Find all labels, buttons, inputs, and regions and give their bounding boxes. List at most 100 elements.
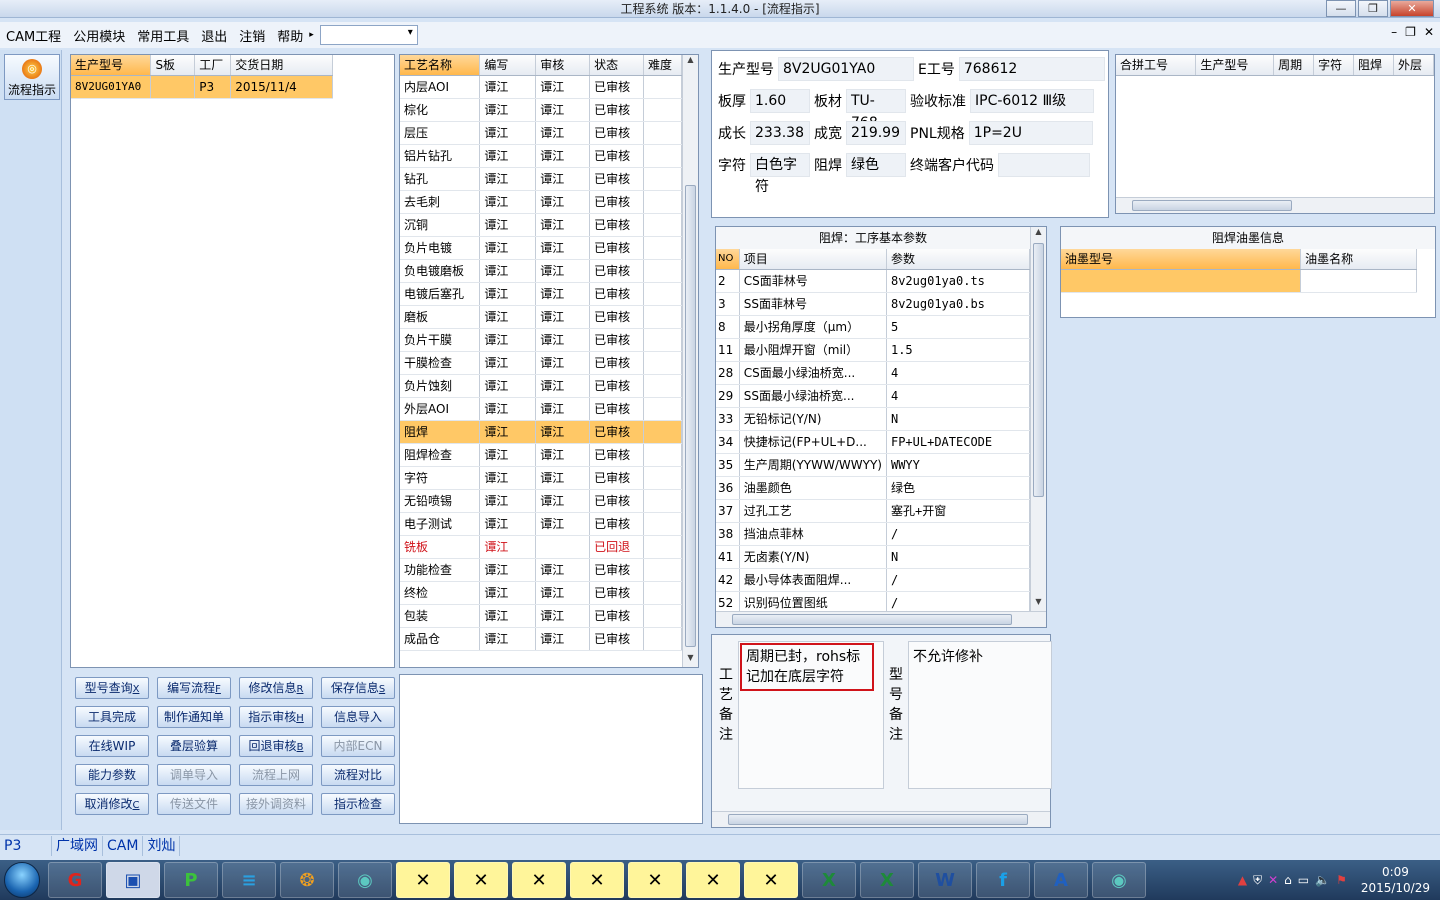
table-row[interactable]: 28 CS面最小绿油桥宽... 4	[716, 361, 1031, 385]
close-button[interactable]: ✕	[1390, 0, 1434, 17]
table-row[interactable]: 外层AOI 谭江 谭江 已审核	[400, 397, 682, 421]
table-row[interactable]: 36 油墨颜色 绿色	[716, 476, 1031, 500]
table-row[interactable]: 42 最小导体表面阻焊... /	[716, 568, 1031, 592]
table-row[interactable]: 负片蚀刻 谭江 谭江 已审核	[400, 374, 682, 398]
mdi-close-icon[interactable]: ✕	[1424, 25, 1434, 39]
minimize-button[interactable]: —	[1326, 0, 1356, 17]
flow-indicator-button[interactable]: ◎ 流程指示	[4, 54, 60, 100]
col-model[interactable]: 生产型号	[71, 55, 152, 76]
col-combine-model[interactable]: 生产型号	[1195, 55, 1275, 76]
action-button-15[interactable]: 流程对比	[321, 764, 395, 786]
process-notes-box[interactable]: 周期已封，rohs标记加在底层字符	[738, 641, 884, 789]
action-button-18[interactable]: 接外调资料	[239, 793, 313, 815]
table-row[interactable]: 磨板 谭江 谭江 已审核	[400, 305, 682, 329]
col-writer[interactable]: 编写	[479, 55, 537, 76]
taskbar-eye-icon[interactable]: ◉	[338, 862, 392, 898]
table-row[interactable]: 无铅喷锡 谭江 谭江 已审核	[400, 489, 682, 513]
start-button[interactable]	[0, 860, 44, 900]
taskbar-x-window-icon[interactable]: ✕	[512, 862, 566, 898]
table-row[interactable]: 成品仓 谭江 谭江 已审核	[400, 627, 682, 651]
action-button-13[interactable]: 调单导入	[157, 764, 231, 786]
scroll-thumb[interactable]	[728, 814, 1028, 825]
notes-hscroll[interactable]	[712, 811, 1050, 827]
col-delivery-date[interactable]: 交货日期	[230, 55, 333, 76]
tray-shield-icon[interactable]: ⛨	[1253, 873, 1262, 888]
table-row[interactable]: 电镀后塞孔 谭江 谭江 已审核	[400, 282, 682, 306]
taskbar-eye-icon[interactable]: ◉	[1092, 862, 1146, 898]
taskbar-f-app-icon[interactable]: f	[976, 862, 1030, 898]
model-notes-box[interactable]: 不允许修补	[908, 641, 1052, 789]
col-combine-no[interactable]: 合拼工号	[1116, 55, 1197, 76]
taskbar-x-window-icon[interactable]: ✕	[570, 862, 624, 898]
action-button-7[interactable]: 信息导入	[321, 706, 395, 728]
taskbar-x-window-icon[interactable]: ✕	[628, 862, 682, 898]
col-status[interactable]: 状态	[589, 55, 644, 76]
menu-common-modules[interactable]: 公用模块	[67, 26, 131, 45]
table-row[interactable]: 37 过孔工艺 塞孔+开窗	[716, 499, 1031, 523]
table-row[interactable]: 钻孔 谭江 谭江 已审核	[400, 167, 682, 191]
table-row[interactable]: 铝片钻孔 谭江 谭江 已审核	[400, 144, 682, 168]
table-row[interactable]: 干膜检查 谭江 谭江 已审核	[400, 351, 682, 375]
col-combine-char[interactable]: 字符	[1313, 55, 1355, 76]
taskbar-x-window-icon[interactable]: ✕	[686, 862, 740, 898]
col-factory[interactable]: 工厂	[194, 55, 232, 76]
taskbar-app-p-icon[interactable]: P	[164, 862, 218, 898]
tray-flag-icon[interactable]: ⚑	[1336, 873, 1347, 887]
menu-cam[interactable]: CAM工程	[0, 26, 67, 45]
params-hscroll[interactable]	[716, 611, 1046, 627]
table-row[interactable]: 3 SS面菲林号 8v2ug01ya0.bs	[716, 292, 1031, 316]
menu-help-arrow-icon[interactable]: ▸	[309, 30, 314, 40]
scroll-down-icon[interactable]: ▼	[1031, 597, 1046, 611]
table-row[interactable]	[1061, 269, 1417, 293]
taskbar-x-window-icon[interactable]: ✕	[396, 862, 450, 898]
col-difficulty[interactable]: 难度	[643, 55, 682, 76]
menu-combo[interactable]	[319, 25, 418, 45]
process-list-scrollbar[interactable]: ▲ ▼	[682, 55, 698, 667]
taskbar-excel-icon[interactable]: X	[802, 862, 856, 898]
table-row[interactable]: 8 最小拐角厚度（μm） 5	[716, 315, 1031, 339]
action-button-14[interactable]: 流程上网	[239, 764, 313, 786]
taskbar-shell-icon[interactable]: ❂	[280, 862, 334, 898]
taskbar-word-icon[interactable]: W	[918, 862, 972, 898]
action-button-9[interactable]: 叠层验算	[157, 735, 231, 757]
action-button-2[interactable]: 修改信息R	[239, 677, 313, 699]
action-button-5[interactable]: 制作通知单	[157, 706, 231, 728]
table-row[interactable]: 功能检查 谭江 谭江 已审核	[400, 558, 682, 582]
col-ink-model[interactable]: 油墨型号	[1061, 249, 1302, 270]
clock[interactable]: 0:09 2015/10/29	[1361, 864, 1430, 896]
action-button-1[interactable]: 编写流程F	[157, 677, 231, 699]
table-row[interactable]: 11 最小阻焊开窗（mil） 1.5	[716, 338, 1031, 362]
scroll-thumb[interactable]	[1132, 200, 1292, 211]
tray-monitor-icon[interactable]: ▭	[1298, 873, 1309, 887]
col-param[interactable]: 参数	[886, 249, 1031, 270]
action-button-16[interactable]: 取消修改C	[75, 793, 149, 815]
mdi-minimize-icon[interactable]: –	[1391, 25, 1397, 39]
menu-help[interactable]: 帮助	[271, 26, 309, 45]
table-row[interactable]: 负片电镀 谭江 谭江 已审核	[400, 236, 682, 260]
table-row[interactable]: 41 无卤素(Y/N) N	[716, 545, 1031, 569]
table-row[interactable]: 阻焊检查 谭江 谭江 已审核	[400, 443, 682, 467]
table-row[interactable]: 铣板 谭江 已回退	[400, 535, 682, 559]
tray-network-icon[interactable]: ⌂	[1284, 873, 1292, 887]
action-button-8[interactable]: 在线WIP	[75, 735, 149, 757]
scroll-thumb[interactable]	[1033, 243, 1044, 497]
menu-logout[interactable]: 注销	[233, 26, 271, 45]
mdi-restore-icon[interactable]: ❐	[1405, 25, 1416, 39]
action-button-0[interactable]: 型号查询X	[75, 677, 149, 699]
col-combine-mask[interactable]: 阻焊	[1353, 55, 1394, 76]
table-row[interactable]: 去毛刺 谭江 谭江 已审核	[400, 190, 682, 214]
scroll-up-icon[interactable]: ▲	[683, 55, 698, 69]
table-row[interactable]: 包装 谭江 谭江 已审核	[400, 604, 682, 628]
col-combine-outer[interactable]: 外层	[1393, 55, 1434, 76]
taskbar-notepad-icon[interactable]: ≡	[222, 862, 276, 898]
action-button-4[interactable]: 工具完成	[75, 706, 149, 728]
table-row[interactable]: 负片干膜 谭江 谭江 已审核	[400, 328, 682, 352]
tray-x-icon[interactable]: ✕	[1268, 873, 1278, 887]
taskbar-x-window-icon[interactable]: ✕	[454, 862, 508, 898]
col-s-board[interactable]: S板	[150, 55, 196, 76]
action-button-6[interactable]: 指示审核H	[239, 706, 313, 728]
table-row[interactable]: 沉铜 谭江 谭江 已审核	[400, 213, 682, 237]
taskbar-document-icon[interactable]: A	[1034, 862, 1088, 898]
tray-volume-icon[interactable]: 🔈	[1315, 873, 1330, 887]
table-row[interactable]: 阻焊 谭江 谭江 已审核	[400, 420, 682, 444]
